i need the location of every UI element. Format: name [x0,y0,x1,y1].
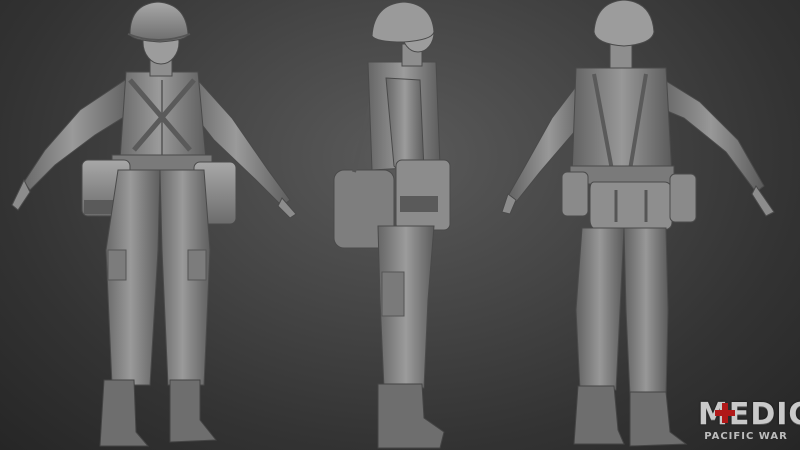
logo-subtitle: PACIFIC WAR [704,431,788,442]
render-viewport: MEDIC PACIFIC WAR [0,0,800,450]
medic-pacific-war-logo: MEDIC PACIFIC WAR [698,397,800,446]
red-cross-icon [715,403,735,423]
soldier-front-view [11,1,297,447]
soldier-back-view [501,0,775,447]
logo-title: MEDIC [698,397,800,432]
soldier-side-view [333,1,451,449]
